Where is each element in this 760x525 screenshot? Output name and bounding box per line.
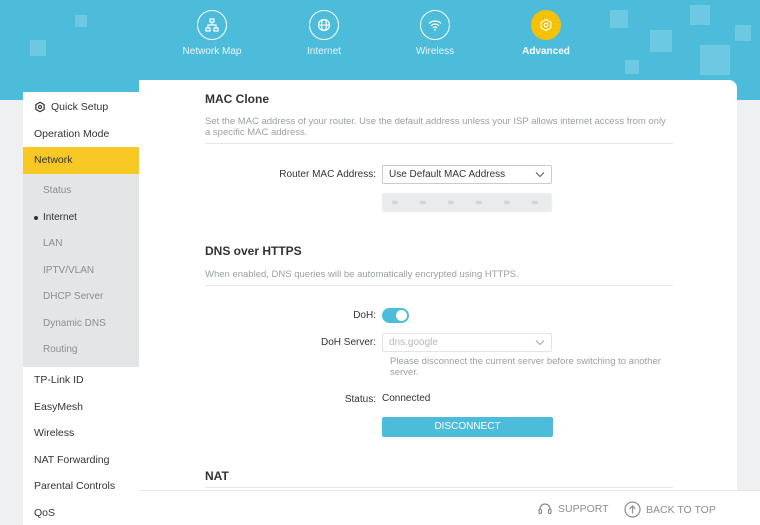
sidebar-item-label: TP-Link ID	[34, 374, 84, 387]
router-mac-label: Router MAC Address:	[279, 169, 376, 180]
sidebar-item-quick-setup[interactable]: Quick Setup	[23, 94, 139, 121]
back-to-top-label: BACK TO TOP	[646, 503, 716, 516]
support-link[interactable]: SUPPORT	[537, 501, 609, 517]
gear-icon	[531, 10, 561, 40]
sidebar-subitem-label: Status	[43, 185, 72, 197]
sidebar-item-label: NAT Forwarding	[34, 453, 110, 466]
status-label: Status:	[344, 394, 376, 405]
divider	[205, 143, 673, 144]
sidebar-subitem-dynamic-dns[interactable]: Dynamic DNS	[23, 310, 139, 337]
disconnect-button[interactable]: DISCONNECT	[382, 417, 553, 437]
sidebar-item-label: Network	[34, 154, 73, 167]
sidebar-subitem-label: Dynamic DNS	[43, 317, 106, 329]
main-panel: MAC Clone Set the MAC address of your ro…	[139, 80, 737, 490]
sidebar-item-nat-forwarding[interactable]: NAT Forwarding	[23, 447, 139, 474]
sidebar-item-easymesh[interactable]: EasyMesh	[23, 394, 139, 421]
sidebar-subitem-internet[interactable]: Internet	[23, 204, 139, 231]
tab-label: Wireless	[415, 46, 455, 57]
tab-label: Advanced	[522, 46, 570, 57]
mac-address-field	[382, 193, 552, 212]
doh-toggle[interactable]	[382, 308, 409, 323]
doh-label: DoH:	[353, 310, 376, 321]
gear-icon	[35, 101, 45, 113]
wifi-icon	[420, 10, 450, 40]
network-map-icon	[197, 10, 227, 40]
sidebar-item-operation-mode[interactable]: Operation Mode	[23, 121, 139, 148]
back-to-top-link[interactable]: BACK TO TOP	[624, 501, 716, 518]
chevron-down-icon	[535, 340, 545, 346]
sidebar-item-label: Operation Mode	[34, 127, 110, 140]
sidebar-item-wireless[interactable]: Wireless	[23, 420, 139, 447]
doh-server-note: Please disconnect the current server bef…	[390, 356, 661, 378]
tab-label: Network Map	[182, 46, 242, 57]
sidebar: Quick Setup Operation Mode Network Statu…	[23, 92, 139, 525]
nat-title: NAT	[205, 469, 229, 483]
dns-over-https-title: DNS over HTTPS	[205, 244, 302, 258]
doh-server-label: DoH Server:	[320, 337, 376, 348]
toggle-knob	[396, 310, 407, 321]
sidebar-item-label: Parental Controls	[34, 480, 116, 493]
sidebar-subitem-label: IPTV/VLAN	[43, 264, 95, 276]
headset-icon	[538, 503, 552, 515]
sidebar-subitem-label: Internet	[43, 211, 77, 223]
sidebar-item-label: QoS	[34, 506, 56, 519]
active-bullet-icon	[34, 216, 38, 220]
sidebar-subitem-label: LAN	[43, 238, 63, 250]
divider	[205, 487, 673, 488]
tab-advanced[interactable]: Advanced	[501, 10, 591, 57]
sidebar-item-tp-link-id[interactable]: TP-Link ID	[23, 367, 139, 394]
network-submenu: Status Internet LAN IPTV/VLAN DHCP Serve…	[23, 173, 139, 367]
sidebar-item-label: Quick Setup	[51, 101, 109, 114]
globe-icon	[309, 10, 339, 40]
tab-wireless[interactable]: Wireless	[390, 10, 480, 57]
dns-over-https-description: When enabled, DNS queries will be automa…	[205, 269, 519, 280]
arrow-up-circle-icon	[624, 501, 641, 518]
doh-server-select-value: dns.google	[389, 337, 438, 348]
sidebar-subitem-status[interactable]: Status	[23, 178, 139, 205]
router-mac-select-value: Use Default MAC Address	[389, 169, 506, 180]
sidebar-subitem-iptv-vlan[interactable]: IPTV/VLAN	[23, 257, 139, 284]
sidebar-item-parental-controls[interactable]: Parental Controls	[23, 473, 139, 500]
sidebar-subitem-label: Routing	[43, 344, 78, 356]
divider	[205, 285, 673, 286]
sidebar-subitem-label: DHCP Server	[43, 291, 104, 303]
tab-network-map[interactable]: Network Map	[167, 10, 257, 57]
footer-bar: SUPPORT BACK TO TOP	[139, 490, 760, 525]
sidebar-subitem-routing[interactable]: Routing	[23, 337, 139, 364]
chevron-down-icon	[535, 172, 545, 178]
sidebar-item-label: EasyMesh	[34, 400, 84, 413]
doh-server-select: dns.google	[382, 333, 552, 352]
mac-clone-description: Set the MAC address of your router. Use …	[205, 116, 666, 138]
sidebar-item-label: Wireless	[34, 427, 75, 440]
sidebar-item-qos[interactable]: QoS	[23, 500, 139, 525]
sidebar-item-network[interactable]: Network	[23, 147, 139, 174]
mac-clone-title: MAC Clone	[205, 92, 269, 106]
support-label: SUPPORT	[558, 503, 609, 515]
tab-label: Internet	[307, 46, 341, 57]
status-value: Connected	[382, 393, 431, 404]
sidebar-subitem-dhcp-server[interactable]: DHCP Server	[23, 284, 139, 311]
router-mac-select[interactable]: Use Default MAC Address	[382, 165, 552, 184]
sidebar-subitem-lan[interactable]: LAN	[23, 231, 139, 258]
tab-internet[interactable]: Internet	[279, 10, 369, 57]
